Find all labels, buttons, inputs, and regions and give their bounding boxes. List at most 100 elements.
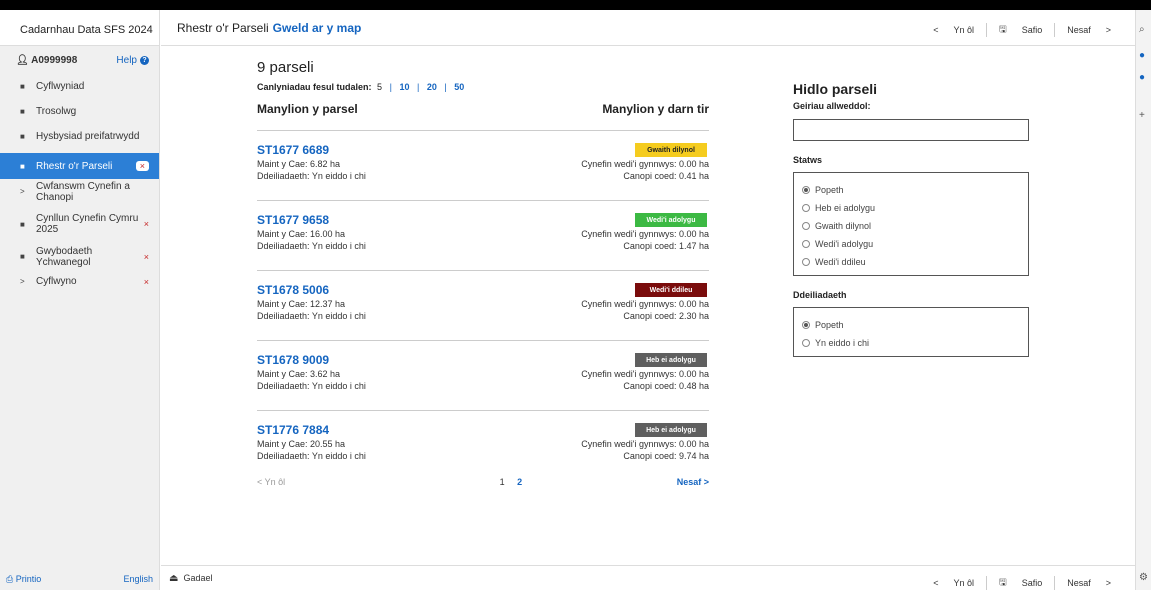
sidebar-item-habitat-scheme[interactable]: ■ Cynllun Cynefin Cymru 2025 × (0, 204, 159, 244)
error-icon: × (143, 219, 149, 229)
status-badge: Wedi'i ddileu (635, 283, 707, 297)
chevron-left-icon: < (933, 578, 939, 588)
col-parcel-details: Manylion y parsel (257, 102, 358, 116)
per-page-10[interactable]: 10 (399, 82, 409, 92)
floppy-icon: 🖫 (999, 577, 1007, 587)
status-label: Statws (793, 155, 823, 165)
sidebar-item-parcels[interactable]: ■ Rhestr o'r Parseli × (0, 153, 159, 179)
tenure: Ddeiliadaeth: Yn eiddo i chi (257, 451, 366, 461)
user-row: 👤︎ A0999998 Help? (0, 46, 159, 74)
gear-icon[interactable]: ⚙ (1139, 572, 1148, 583)
sidebar-item-habitat-total[interactable]: > Cwfanswm Cynefin a Chanopi (0, 179, 159, 204)
print-link[interactable]: ⎙ Printio (6, 574, 41, 585)
status-option[interactable]: Wedi'i ddileu (802, 253, 1020, 271)
user-icon: 👤︎ (16, 54, 32, 66)
chevron-right-icon: > (20, 277, 25, 286)
radio-icon[interactable] (802, 186, 810, 194)
habitat-included: Cynefin wedi'i gynnwys: 0.00 ha (581, 229, 709, 239)
radio-icon[interactable] (802, 240, 810, 248)
tree-canopy: Canopi coed: 0.48 ha (623, 381, 709, 391)
sidebar-item-trosolwg[interactable]: ■ Trosolwg (0, 99, 159, 124)
tenure-option[interactable]: Popeth (802, 316, 1020, 334)
side-toolbar: ⌕ ● ● + ⚙ (1135, 10, 1151, 590)
radio-icon[interactable] (802, 204, 810, 212)
app-title: Cadarnhau Data SFS 2024 (0, 10, 159, 46)
sidebar-item-privacy[interactable]: ■ Hysbysiad preifatrwydd (0, 124, 159, 149)
tenure-option[interactable]: Yn eiddo i chi (802, 334, 1020, 352)
filter-panel: Hidlo parseli Geiriau allweddol: Statws … (793, 81, 1033, 357)
next-button[interactable]: Nesaf > (1055, 21, 1123, 39)
status-option[interactable]: Popeth (802, 181, 1020, 199)
footer-nav: < Yn ôl 🖫 Safio Nesaf > (921, 571, 1123, 590)
keywords-input[interactable] (793, 119, 1029, 141)
parcel-line: Ddeiliadaeth: Yn eiddo i chi Canopi coed:… (257, 241, 709, 251)
parcel-line: Ddeiliadaeth: Yn eiddo i chi Canopi coed:… (257, 171, 709, 181)
main-content: 9 parseli Canlyniadau fesul tudalen: 5 |… (161, 47, 1135, 567)
tenure-label: Ddeiliadaeth (793, 290, 847, 300)
parcel-list: 9 parseli Canlyniadau fesul tudalen: 5 |… (257, 59, 709, 487)
page-title: Rhestr o'r Parseli (177, 20, 269, 35)
status-badge: Wedi'i adolygu (635, 213, 707, 227)
tree-canopy: Canopi coed: 2.30 ha (623, 311, 709, 321)
doc-icon: ■ (20, 161, 25, 171)
parcel-line: Maint y Cae: 3.62 ha Cynefin wedi'i gynnw… (257, 369, 709, 379)
radio-icon[interactable] (802, 222, 810, 230)
page-header: Rhestr o'r Parseli Gweld ar y map < Yn ôl… (161, 10, 1135, 46)
column-headers: Manylion y parsel Manylion y darn tir (257, 102, 709, 131)
save-button[interactable]: 🖫 Safio (987, 571, 1054, 590)
per-page-50[interactable]: 50 (454, 82, 464, 92)
plus-icon[interactable]: + (1139, 110, 1145, 121)
field-size: Maint y Cae: 16.00 ha (257, 229, 346, 239)
chevron-right-icon: > (1105, 25, 1111, 35)
sidebar-item-submit[interactable]: > Cyflwyno × (0, 269, 159, 294)
app-icon[interactable]: ● (1139, 72, 1145, 83)
view-map-link[interactable]: Gweld ar y map (273, 21, 362, 35)
field-size: Maint y Cae: 6.82 ha (257, 159, 341, 169)
status-option[interactable]: Heb ei adolygu (802, 199, 1020, 217)
sidebar-item-cyflwyniad[interactable]: ■ Cyflwyniad (0, 74, 159, 99)
sidebar-item-additional-info[interactable]: ■ Gwybodaeth Ychwanegol × (0, 244, 159, 269)
next-button[interactable]: Nesaf > (1055, 574, 1123, 590)
habitat-included: Cynefin wedi'i gynnwys: 0.00 ha (581, 299, 709, 309)
radio-icon[interactable] (802, 321, 810, 329)
parcel-line: Ddeiliadaeth: Yn eiddo i chi Canopi coed:… (257, 381, 709, 391)
chevron-left-icon: < (933, 25, 939, 35)
habitat-included: Cynefin wedi'i gynnwys: 0.00 ha (581, 159, 709, 169)
back-button[interactable]: < Yn ôl (921, 21, 986, 39)
status-option[interactable]: Gwaith dilynol (802, 217, 1020, 235)
printer-icon: ⎙ (6, 573, 16, 584)
parcel-line: Maint y Cae: 12.37 ha Cynefin wedi'i gynn… (257, 299, 709, 309)
per-page-current: 5 (377, 82, 383, 92)
habitat-included: Cynefin wedi'i gynnwys: 0.00 ha (581, 369, 709, 379)
parcel-line: Maint y Cae: 16.00 ha Cynefin wedi'i gynn… (257, 229, 709, 239)
tree-canopy: Canopi coed: 0.41 ha (623, 171, 709, 181)
close-icon[interactable]: × (135, 161, 149, 171)
tenure: Ddeiliadaeth: Yn eiddo i chi (257, 381, 366, 391)
parcel-line: Maint y Cae: 20.55 ha Cynefin wedi'i gynn… (257, 439, 709, 449)
tree-canopy: Canopi coed: 9.74 ha (623, 451, 709, 461)
language-link[interactable]: English (123, 574, 153, 584)
status-option[interactable]: Wedi'i adolygu (802, 235, 1020, 253)
exit-button[interactable]: ⏏ Gadael (169, 573, 212, 584)
status-badge: Gwaith dilynol (635, 143, 707, 157)
parcel-line: Maint y Cae: 6.82 ha Cynefin wedi'i gynnw… (257, 159, 709, 169)
help-link[interactable]: Help? (116, 55, 149, 66)
app-window: Cadarnhau Data SFS 2024 👤︎ A0999998 Help… (0, 10, 1151, 590)
tenure: Ddeiliadaeth: Yn eiddo i chi (257, 241, 366, 251)
doc-icon: ■ (20, 219, 25, 229)
extension-icon[interactable]: ● (1139, 50, 1145, 61)
radio-icon[interactable] (802, 339, 810, 347)
parcel-row: ST1678 9009 Heb ei adolygu Maint y Cae: 3.… (257, 341, 709, 411)
radio-icon[interactable] (802, 258, 810, 266)
save-button[interactable]: 🖫 Safio (987, 18, 1054, 42)
back-button[interactable]: < Yn ôl (921, 574, 986, 590)
eject-icon: ⏏ (169, 572, 179, 584)
doc-icon: ■ (20, 132, 25, 141)
per-page-20[interactable]: 20 (427, 82, 437, 92)
user-id: 👤︎ A0999998 (16, 54, 78, 66)
parcel-row: ST1678 5006 Wedi'i ddileu Maint y Cae: 12.… (257, 271, 709, 341)
doc-icon: ■ (20, 107, 25, 116)
search-icon[interactable]: ⌕ (1139, 24, 1145, 35)
divider: | (444, 82, 447, 92)
sidebar-footer: ⎙ Printio English (0, 568, 159, 590)
